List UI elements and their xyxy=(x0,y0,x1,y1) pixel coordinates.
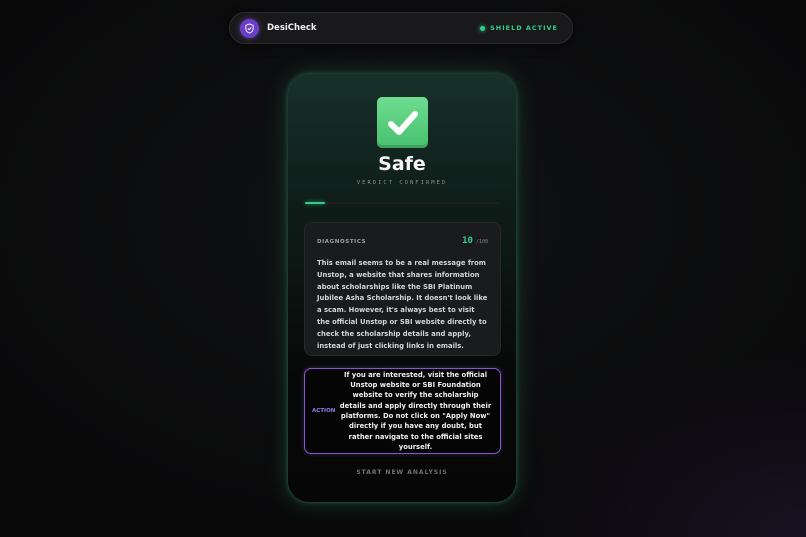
risk-score-value: 10 xyxy=(462,236,473,246)
verdict-title: Safe xyxy=(378,153,426,175)
risk-score-bar xyxy=(305,202,500,204)
action-text: If you are interested, visit the officia… xyxy=(339,370,492,451)
action-label: ACTION xyxy=(312,408,336,414)
start-new-analysis-button[interactable]: START NEW ANALYSIS xyxy=(288,468,516,477)
shield-status: SHIELD ACTIVE xyxy=(480,24,558,32)
shield-icon xyxy=(240,18,259,38)
top-bar: DesiCheck SHIELD ACTIVE xyxy=(229,12,573,44)
action-panel: ACTION If you are interested, visit the … xyxy=(304,368,501,454)
risk-score-fill xyxy=(305,202,325,204)
shield-status-text: SHIELD ACTIVE xyxy=(490,24,558,32)
diagnostics-text: This email seems to be a real message fr… xyxy=(317,259,488,350)
verdict-subtitle: VERDICT CONFIRMED xyxy=(356,180,448,186)
diagnostics-label: DIAGNOSTICS xyxy=(317,239,367,245)
diagnostics-panel: DIAGNOSTICS 10 /100 This email seems to … xyxy=(304,222,501,356)
checkmark-icon xyxy=(377,97,428,148)
risk-score-max: /100 xyxy=(475,239,488,245)
brand-name: DesiCheck xyxy=(267,23,317,33)
status-dot-icon xyxy=(480,25,486,31)
result-card: Safe VERDICT CONFIRMED DIAGNOSTICS 10 /1… xyxy=(287,73,517,503)
